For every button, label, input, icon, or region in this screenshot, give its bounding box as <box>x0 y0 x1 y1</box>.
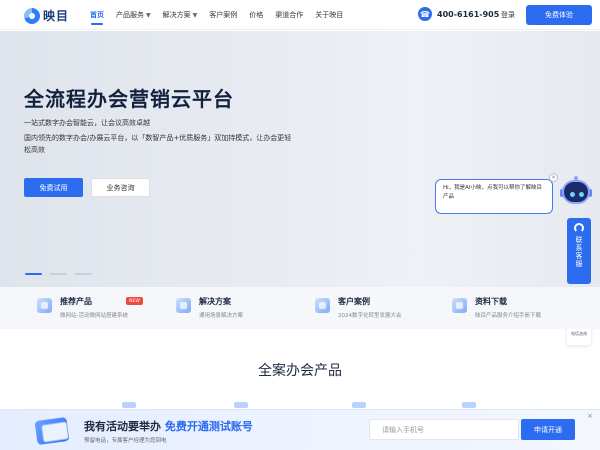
phone-number: 400-6161-905 <box>437 9 500 19</box>
top-header: 映目 首页 产品服务 ▼ 解决方案 ▼ 客户案例 价格 渠道合作 关于映目 ☎ 40… <box>0 0 600 30</box>
robot-head <box>562 180 590 204</box>
hero-free-trial-button[interactable]: 免费试用 <box>24 178 83 197</box>
promo-card-front <box>40 421 70 443</box>
robot-eye-right <box>579 192 584 197</box>
nav-about[interactable]: 关于映目 <box>309 0 349 30</box>
chat-close-icon[interactable]: × <box>549 173 558 182</box>
feature-title: 推荐产品 <box>60 297 92 306</box>
feature-desc: 映目产品服务介绍手册下载 <box>475 313 542 319</box>
phone-number-input[interactable] <box>369 419 519 440</box>
customer-service-label: 联系客服 <box>575 236 583 268</box>
carousel-dot-1[interactable] <box>25 273 42 275</box>
carousel-dot-3[interactable] <box>75 273 92 275</box>
hero-subtitle: 一站式数字办会智能云，让会议高效卓越 <box>24 119 150 127</box>
nav-pricing-label: 价格 <box>249 11 264 19</box>
promo-illustration-icon <box>30 413 74 447</box>
feature-strip: 推荐产品 微网站-活动微网站搭建系统 解决方案 通用场景解决方案 客户案例 20… <box>0 287 600 329</box>
product-tab-icon <box>234 402 248 408</box>
logo-mark-icon <box>24 7 40 24</box>
product-icon <box>37 298 52 313</box>
ai-chat-bubble[interactable]: Hi，我是AI小映，点我可以帮你了解映目产品 <box>435 179 553 214</box>
product-tab-icon <box>122 402 136 408</box>
promo-headline-prefix: 我有活动要举办 <box>84 420 161 433</box>
chevron-down-icon: ▼ <box>146 11 151 19</box>
feature-title: 资料下载 <box>475 297 507 306</box>
promo-headline: 我有活动要举办 免费开通测试账号 <box>84 418 253 434</box>
solution-icon <box>176 298 191 313</box>
nav-home[interactable]: 首页 <box>84 0 110 30</box>
customer-service-button[interactable]: 联系客服 <box>567 218 591 284</box>
hero-banner: 全流程办会营销云平台 一站式数字办会智能云，让会议高效卓越 国内领先的数字办会/… <box>0 31 600 287</box>
nav-solutions-label: 解决方案 <box>162 11 191 19</box>
promo-subtext: 预留电话，专属客户经理为您回电 <box>84 438 167 444</box>
nav-channel[interactable]: 渠道合作 <box>269 0 309 30</box>
ai-chat-message: Hi，我是AI小映，点我可以帮你了解映目产品 <box>443 185 543 200</box>
logo[interactable]: 映目 <box>24 7 69 24</box>
nav-cases-label: 客户案例 <box>209 11 238 19</box>
carousel-indicators <box>25 273 92 275</box>
feature-downloads[interactable]: 资料下载 映目产品服务介绍手册下载 <box>452 296 541 319</box>
new-badge: NEW <box>126 297 143 305</box>
feature-recommended-products[interactable]: 推荐产品 微网站-活动微网站搭建系统 <box>37 296 128 319</box>
login-link[interactable]: 登录 <box>501 10 515 20</box>
product-tab-icon <box>352 402 366 408</box>
hero-description: 国内领先的数字办会/办展云平台，以「数智产品+优质服务」双加持模式，让办会更轻松… <box>24 134 292 154</box>
free-trial-button[interactable]: 免费体验 <box>526 5 592 25</box>
section-title: 全案办会产品 <box>258 363 342 379</box>
nav-cases[interactable]: 客户案例 <box>203 0 243 30</box>
product-tab-icon <box>462 402 476 408</box>
feature-desc: 通用场景解决方案 <box>199 313 244 319</box>
nav-about-label: 关于映目 <box>315 11 344 19</box>
close-icon[interactable]: × <box>587 412 593 420</box>
logo-text: 映目 <box>43 9 70 23</box>
chevron-down-icon: ▼ <box>192 11 198 19</box>
feature-title: 解决方案 <box>199 297 231 306</box>
nav-solutions[interactable]: 解决方案 ▼ <box>157 0 204 30</box>
phone-icon: ☎ <box>418 7 432 21</box>
feature-solutions[interactable]: 解决方案 通用场景解决方案 <box>176 296 243 319</box>
headset-icon <box>574 223 584 233</box>
nav-products-label: 产品服务 <box>116 11 144 19</box>
feature-desc: 微网站-活动微网站搭建系统 <box>60 313 128 319</box>
download-icon <box>452 298 467 313</box>
hero-title: 全流程办会营销云平台 <box>24 87 234 111</box>
nav-home-label: 首页 <box>90 11 104 19</box>
carousel-dot-2[interactable] <box>50 273 67 275</box>
nav-products[interactable]: 产品服务 ▼ <box>110 0 157 30</box>
case-icon <box>315 298 330 313</box>
apply-button[interactable]: 申请开通 <box>521 419 575 440</box>
promo-headline-highlight: 免费开通测试账号 <box>164 420 253 433</box>
robot-eye-left <box>570 192 575 197</box>
feature-desc: 2024数字化转型发展大会 <box>338 313 402 319</box>
main-nav: 首页 产品服务 ▼ 解决方案 ▼ 客户案例 价格 渠道合作 关于映目 <box>84 0 349 30</box>
nav-pricing[interactable]: 价格 <box>243 0 269 30</box>
feature-title: 客户案例 <box>338 297 370 306</box>
nav-channel-label: 渠道合作 <box>275 11 304 19</box>
ai-robot-icon[interactable] <box>560 176 592 210</box>
phone-contact[interactable]: ☎ 400-6161-905 <box>418 7 499 21</box>
hero-consult-button[interactable]: 业务咨询 <box>91 178 150 197</box>
phone-consult-label: 电话咨询 <box>571 331 587 336</box>
feature-cases[interactable]: 客户案例 2024数字化转型发展大会 <box>315 296 402 319</box>
